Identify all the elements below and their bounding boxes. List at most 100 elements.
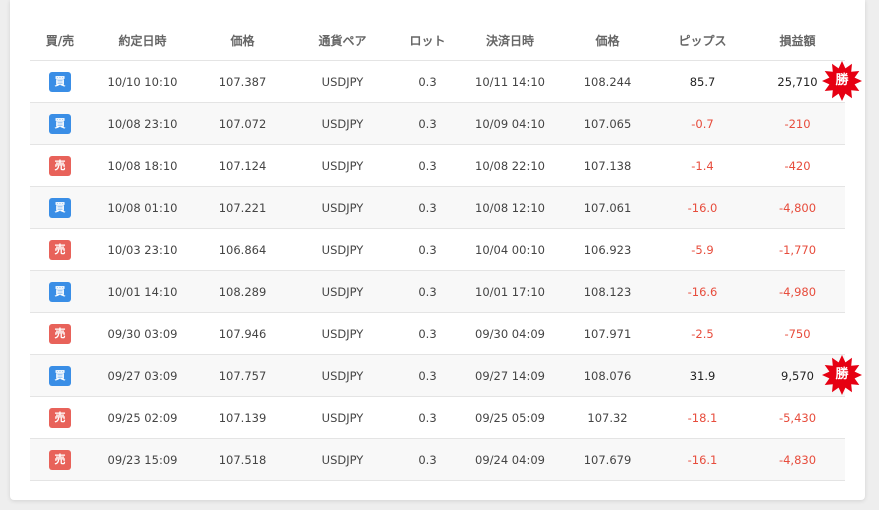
side-badge: 買: [49, 197, 71, 218]
table-row: 売 09/23 15:09 107.518 USDJPY 0.3 09/24 0…: [30, 438, 845, 481]
close-price-cell: 107.061: [560, 186, 655, 229]
pair-cell: USDJPY: [290, 228, 395, 271]
open-price-cell: 107.757: [195, 354, 290, 397]
close-time-cell: 09/25 05:09: [460, 396, 560, 439]
side-badge: 買: [49, 71, 71, 92]
open-time-cell: 09/25 02:09: [90, 396, 195, 439]
open-time-cell: 09/23 15:09: [90, 438, 195, 481]
table-row: 売 10/08 18:10 107.124 USDJPY 0.3 10/08 2…: [30, 144, 845, 187]
table-row: 買 09/27 03:09 107.757 USDJPY 0.3 09/27 1…: [30, 354, 845, 397]
pnl-cell: -210: [750, 102, 845, 145]
side-badge: 買: [49, 365, 71, 386]
open-time-cell: 09/27 03:09: [90, 354, 195, 397]
table-row: 買 10/01 14:10 108.289 USDJPY 0.3 10/01 1…: [30, 270, 845, 313]
side-badge: 買: [49, 281, 71, 302]
open-price-cell: 107.946: [195, 312, 290, 355]
side-badge: 買: [49, 113, 71, 134]
table-row: 買 10/10 10:10 107.387 USDJPY 0.3 10/11 1…: [30, 60, 845, 103]
open-price-cell: 107.124: [195, 144, 290, 187]
open-price-cell: 107.518: [195, 438, 290, 481]
side-badge: 売: [49, 449, 71, 470]
open-price-cell: 107.387: [195, 60, 290, 103]
header-side: 買/売: [30, 20, 90, 61]
side-cell: 売: [30, 144, 90, 187]
close-price-cell: 107.32: [560, 396, 655, 439]
pair-cell: USDJPY: [290, 312, 395, 355]
open-time-cell: 10/08 23:10: [90, 102, 195, 145]
close-time-cell: 09/27 14:09: [460, 354, 560, 397]
pair-cell: USDJPY: [290, 438, 395, 481]
close-price-cell: 106.923: [560, 228, 655, 271]
win-badge: 勝: [822, 61, 862, 101]
close-price-cell: 107.065: [560, 102, 655, 145]
pnl-cell: -4,980: [750, 270, 845, 313]
header-pair: 通貨ペア: [290, 20, 395, 61]
header-open-price: 価格: [195, 20, 290, 61]
pnl-cell: -420: [750, 144, 845, 187]
side-badge: 売: [49, 407, 71, 428]
open-price-cell: 107.139: [195, 396, 290, 439]
side-badge: 売: [49, 323, 71, 344]
pips-cell: -5.9: [655, 228, 750, 271]
close-time-cell: 10/08 22:10: [460, 144, 560, 187]
pips-cell: -2.5: [655, 312, 750, 355]
close-price-cell: 107.138: [560, 144, 655, 187]
lot-cell: 0.3: [395, 186, 460, 229]
pips-cell: -16.6: [655, 270, 750, 313]
lot-cell: 0.3: [395, 438, 460, 481]
close-time-cell: 10/11 14:10: [460, 60, 560, 103]
pair-cell: USDJPY: [290, 144, 395, 187]
close-time-cell: 10/09 04:10: [460, 102, 560, 145]
header-pnl: 損益額: [750, 20, 845, 61]
pips-cell: -0.7: [655, 102, 750, 145]
close-time-cell: 10/04 00:10: [460, 228, 560, 271]
table-header-row: 買/売 約定日時 価格 通貨ペア ロット 決済日時 価格 ピップス 損益額: [30, 20, 845, 61]
pips-cell: 85.7: [655, 60, 750, 103]
close-time-cell: 10/08 12:10: [460, 186, 560, 229]
side-badge: 売: [49, 155, 71, 176]
pips-cell: -16.0: [655, 186, 750, 229]
open-time-cell: 09/30 03:09: [90, 312, 195, 355]
open-time-cell: 10/10 10:10: [90, 60, 195, 103]
pips-cell: 31.9: [655, 354, 750, 397]
lot-cell: 0.3: [395, 228, 460, 271]
lot-cell: 0.3: [395, 396, 460, 439]
table-row: 売 09/30 03:09 107.946 USDJPY 0.3 09/30 0…: [30, 312, 845, 355]
pips-cell: -18.1: [655, 396, 750, 439]
pair-cell: USDJPY: [290, 60, 395, 103]
table-row: 売 10/03 23:10 106.864 USDJPY 0.3 10/04 0…: [30, 228, 845, 271]
side-cell: 売: [30, 396, 90, 439]
lot-cell: 0.3: [395, 144, 460, 187]
side-cell: 買: [30, 60, 90, 103]
side-cell: 買: [30, 354, 90, 397]
close-price-cell: 108.123: [560, 270, 655, 313]
pnl-cell: -4,800: [750, 186, 845, 229]
close-price-cell: 107.971: [560, 312, 655, 355]
trade-history-card: 買/売 約定日時 価格 通貨ペア ロット 決済日時 価格 ピップス 損益額 買 …: [10, 0, 865, 500]
header-open-time: 約定日時: [90, 20, 195, 61]
win-badge-label: 勝: [835, 73, 849, 88]
open-time-cell: 10/03 23:10: [90, 228, 195, 271]
open-time-cell: 10/01 14:10: [90, 270, 195, 313]
pnl-cell: -1,770: [750, 228, 845, 271]
header-lot: ロット: [395, 20, 460, 61]
header-close-price: 価格: [560, 20, 655, 61]
lot-cell: 0.3: [395, 270, 460, 313]
open-price-cell: 107.072: [195, 102, 290, 145]
open-price-cell: 106.864: [195, 228, 290, 271]
pair-cell: USDJPY: [290, 270, 395, 313]
side-cell: 買: [30, 270, 90, 313]
pair-cell: USDJPY: [290, 186, 395, 229]
pips-cell: -1.4: [655, 144, 750, 187]
pnl-cell: -750: [750, 312, 845, 355]
side-cell: 買: [30, 102, 90, 145]
pair-cell: USDJPY: [290, 354, 395, 397]
side-cell: 売: [30, 228, 90, 271]
trade-history-table: 買/売 約定日時 価格 通貨ペア ロット 決済日時 価格 ピップス 損益額 買 …: [30, 20, 845, 481]
header-pips: ピップス: [655, 20, 750, 61]
close-time-cell: 09/30 04:09: [460, 312, 560, 355]
side-badge: 売: [49, 239, 71, 260]
side-cell: 売: [30, 438, 90, 481]
pnl-cell: -4,830: [750, 438, 845, 481]
lot-cell: 0.3: [395, 60, 460, 103]
